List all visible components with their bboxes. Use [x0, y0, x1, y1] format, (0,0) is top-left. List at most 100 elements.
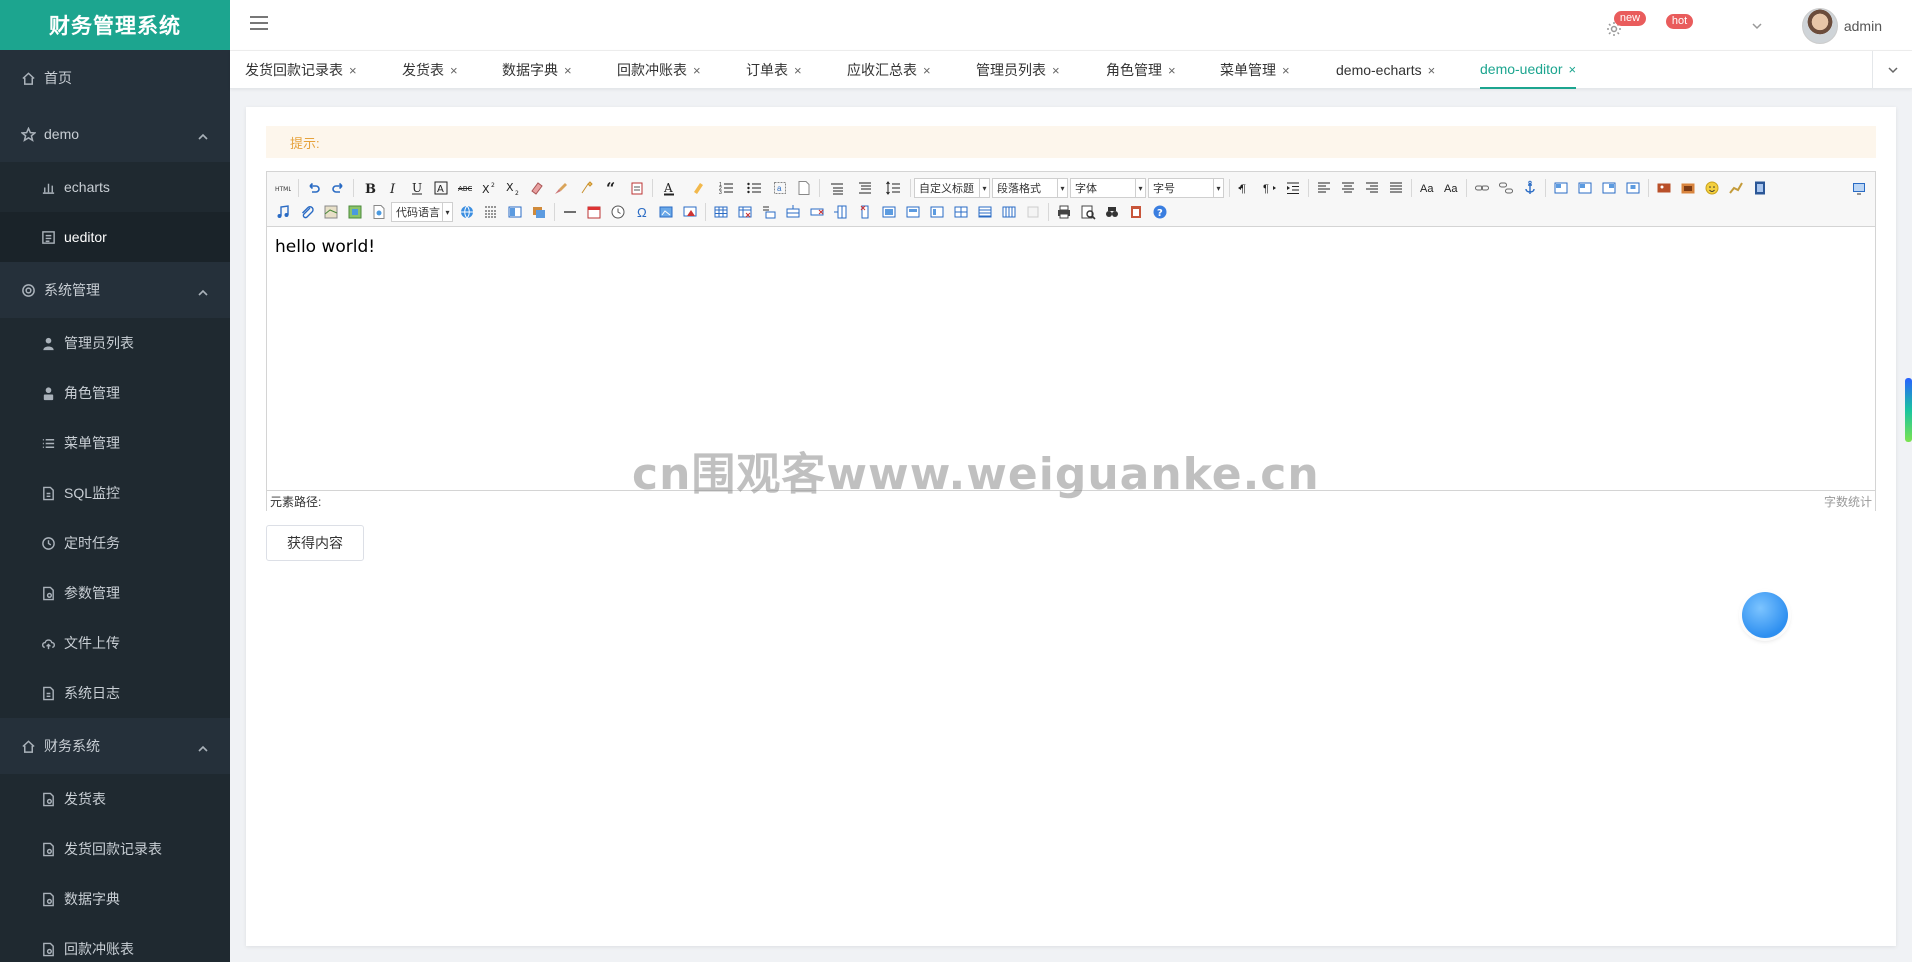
gmap-icon[interactable]	[343, 201, 367, 223]
background-icon[interactable]	[527, 201, 551, 223]
split-rows-icon[interactable]	[973, 201, 997, 223]
font-border-icon[interactable]: A	[429, 177, 453, 199]
strikethrough-icon[interactable]: ABC	[453, 177, 477, 199]
tab-shipment-payment[interactable]: 发货回款记录表 ×	[245, 51, 357, 89]
line-height-icon[interactable]	[879, 177, 907, 199]
code-language-select[interactable]: 代码语言 ▾	[391, 202, 453, 222]
split-cells-icon[interactable]	[949, 201, 973, 223]
font-family-select[interactable]: 字体 ▾	[1070, 178, 1146, 198]
scrawl-icon[interactable]	[1724, 177, 1748, 199]
sidebar-item-admin-list[interactable]: 管理员列表	[0, 318, 230, 368]
delete-row-icon[interactable]	[805, 201, 829, 223]
format-brush-icon[interactable]	[549, 177, 573, 199]
sidebar-group-system[interactable]: 系统管理	[0, 262, 230, 318]
charts-icon[interactable]	[1021, 201, 1045, 223]
paragraph-select[interactable]: 段落格式 ▾	[992, 178, 1068, 198]
to-uppercase-icon[interactable]: Aa	[1415, 177, 1439, 199]
get-content-button[interactable]: 获得内容	[266, 525, 364, 561]
paste-plain-icon[interactable]	[625, 177, 649, 199]
search-replace-icon[interactable]	[1100, 201, 1124, 223]
preview-icon[interactable]	[1076, 201, 1100, 223]
custom-title-select[interactable]: 自定义标题 ▾	[914, 178, 990, 198]
row-spacing-top-icon[interactable]	[823, 177, 851, 199]
insert-video-icon[interactable]	[1748, 177, 1772, 199]
image-left-icon[interactable]	[1573, 177, 1597, 199]
align-left-icon[interactable]	[1312, 177, 1336, 199]
user-menu[interactable]: admin	[1782, 7, 1912, 44]
indent-icon[interactable]	[1281, 177, 1305, 199]
tab-demo-echarts[interactable]: demo-echarts ×	[1336, 51, 1435, 89]
blockquote-icon[interactable]: “	[601, 177, 625, 199]
row-spacing-bottom-icon[interactable]	[851, 177, 879, 199]
web-app-icon[interactable]	[455, 201, 479, 223]
tab-admin-list[interactable]: 管理员列表 ×	[976, 51, 1060, 89]
drafts-icon[interactable]	[1124, 201, 1148, 223]
fullscreen-icon[interactable]	[1847, 177, 1871, 199]
image-right-icon[interactable]	[1597, 177, 1621, 199]
italic-icon[interactable]: I	[381, 177, 405, 199]
tabs-more-button[interactable]	[1872, 51, 1912, 89]
close-icon[interactable]: ×	[564, 63, 572, 78]
align-justify-icon[interactable]	[1384, 177, 1408, 199]
unordered-list-icon[interactable]	[740, 177, 768, 199]
settings-button[interactable]: new	[1594, 0, 1647, 51]
sidebar-item-menu[interactable]: 菜单管理	[0, 418, 230, 468]
delete-table-icon[interactable]	[733, 201, 757, 223]
font-size-select[interactable]: 字号 ▾	[1148, 178, 1224, 198]
time-icon[interactable]	[606, 201, 630, 223]
close-icon[interactable]: ×	[1428, 63, 1436, 78]
merge-down-icon[interactable]	[925, 201, 949, 223]
floating-assistant-button[interactable]	[1742, 592, 1788, 638]
to-lowercase-icon[interactable]: Aa	[1439, 177, 1463, 199]
tab-writeoff[interactable]: 回款冲账表 ×	[617, 51, 701, 89]
tab-order[interactable]: 订单表 ×	[746, 51, 802, 89]
highlight-color-icon[interactable]	[684, 177, 712, 199]
insert-table-icon[interactable]	[709, 201, 733, 223]
sidebar-item-writeoff[interactable]: 回款冲账表	[0, 924, 230, 962]
close-icon[interactable]: ×	[450, 63, 458, 78]
tab-menu[interactable]: 菜单管理 ×	[1220, 51, 1290, 89]
tab-shipment[interactable]: 发货表 ×	[402, 51, 458, 89]
sidebar-group-demo[interactable]: demo	[0, 106, 230, 162]
emotion-icon[interactable]	[1700, 177, 1724, 199]
align-center-icon[interactable]	[1336, 177, 1360, 199]
menu-toggle-icon[interactable]	[250, 16, 268, 32]
image-center-icon[interactable]	[1621, 177, 1645, 199]
sidebar-item-ueditor[interactable]: ueditor	[0, 212, 230, 262]
align-right-icon[interactable]	[1360, 177, 1384, 199]
sidebar-item-upload[interactable]: 文件上传	[0, 618, 230, 668]
special-char-icon[interactable]: Ω	[630, 201, 654, 223]
horizontal-rule-icon[interactable]	[558, 201, 582, 223]
map-icon[interactable]	[319, 201, 343, 223]
multi-image-icon[interactable]	[1676, 177, 1700, 199]
scroll-indicator[interactable]	[1905, 378, 1912, 442]
merge-right-icon[interactable]	[901, 201, 925, 223]
merge-cells-icon[interactable]	[877, 201, 901, 223]
select-all-icon[interactable]: a	[768, 177, 792, 199]
hot-button[interactable]: hot	[1662, 0, 1732, 51]
source-html-icon[interactable]: HTML	[271, 177, 295, 199]
sidebar-item-shipment[interactable]: 发货表	[0, 774, 230, 824]
superscript-icon[interactable]: X2	[477, 177, 501, 199]
help-icon[interactable]: ?	[1148, 201, 1172, 223]
tab-role[interactable]: 角色管理 ×	[1106, 51, 1176, 89]
insert-image-icon[interactable]	[1652, 177, 1676, 199]
template-icon[interactable]	[503, 201, 527, 223]
word-image-icon[interactable]	[654, 201, 678, 223]
tab-dictionary[interactable]: 数据字典 ×	[502, 51, 572, 89]
print-icon[interactable]	[1052, 201, 1076, 223]
page-break-icon[interactable]	[479, 201, 503, 223]
insert-row-icon[interactable]	[781, 201, 805, 223]
auto-typeset-icon[interactable]	[573, 177, 601, 199]
sidebar-item-shipment-payment[interactable]: 发货回款记录表	[0, 824, 230, 874]
close-icon[interactable]: ×	[693, 63, 701, 78]
sidebar-item-log[interactable]: 系统日志	[0, 668, 230, 718]
music-icon[interactable]	[271, 201, 295, 223]
rtl-icon[interactable]: ¶	[1257, 177, 1281, 199]
delete-col-icon[interactable]	[853, 201, 877, 223]
close-icon[interactable]: ×	[1052, 63, 1060, 78]
underline-icon[interactable]: U	[405, 177, 429, 199]
link-icon[interactable]	[1470, 177, 1494, 199]
split-cols-icon[interactable]	[997, 201, 1021, 223]
unlink-icon[interactable]	[1494, 177, 1518, 199]
